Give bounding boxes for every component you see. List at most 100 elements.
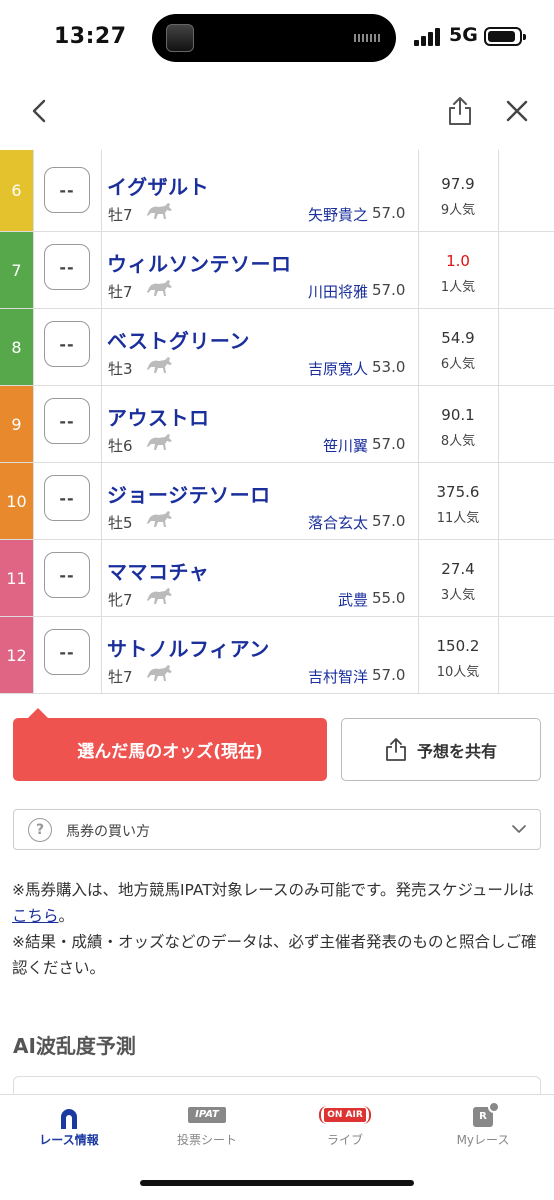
jockey-link[interactable]: 吉村智洋 [308,666,368,687]
odds-value: 97.9 [441,175,475,193]
network-type: 5G [449,24,478,46]
ai-section-title: AI波乱度予測 [13,1034,136,1058]
horse-icon [146,586,174,606]
popularity-rank: 9人気 [440,203,476,218]
my-race-icon: R [473,1101,500,1127]
carried-weight: 55.0 [372,589,406,607]
dynamic-island [152,14,396,62]
horse-number: 6 [0,150,33,231]
horse-table: 6 -- イグザルト 牡7 矢野貴之 57.0 97.9 9人気 7 -- ウィルソンテソーロ 牡7 川… [0,150,554,694]
popularity-rank: 10人気 [436,665,480,680]
carried-weight: 57.0 [372,435,406,453]
howto-label: 馬券の買い方 [66,824,150,840]
horse-icon [146,663,174,683]
carried-weight: 53.0 [372,358,406,376]
close-icon[interactable] [504,98,530,124]
status-bar: 13:27 5G [0,0,554,76]
help-icon: ? [28,818,52,842]
horse-row: 6 -- イグザルト牡7 矢野貴之 57.0 97.9 9人気 [0,150,554,232]
odds-value: 54.9 [441,329,475,347]
carried-weight: 57.0 [372,204,406,222]
schedule-link[interactable]: こちら [12,907,59,925]
horse-number: 7 [0,232,33,308]
horse-name-link[interactable]: サトノルフィアン [107,633,270,662]
horse-name-link[interactable]: ウィルソンテソーロ [107,248,292,277]
sex-age: 牝7 [108,591,133,609]
notice-line-1: ※馬券購入は、地方競馬IPAT対象レースのみ可能です。発売スケジュールはこちら。 [12,881,534,925]
sex-age: 牡5 [108,514,133,532]
horse-number: 8 [0,309,33,385]
notice-line-2: ※結果・成績・オッズなどのデータは、必ず主催者発表のものと照合しご確認ください。 [12,933,537,977]
horse-row: 11 -- ママコチャ牝7 武豊 55.0 27.4 3人気 [0,540,554,617]
horse-icon [146,278,174,298]
sex-age: 牡3 [108,360,133,378]
on-air-icon: ON AIR [319,1106,371,1124]
tab-my-race[interactable]: R Myレース [414,1095,552,1165]
select-toggle[interactable]: -- [44,244,90,290]
select-toggle[interactable]: -- [44,321,90,367]
horse-name-link[interactable]: ベストグリーン [107,325,250,354]
jockey-link[interactable]: 川田将雅 [308,281,368,302]
app-activity-icon [166,24,194,52]
horse-number: 11 [0,540,33,616]
howto-accordion[interactable]: ? 馬券の買い方 [13,809,541,850]
carried-weight: 57.0 [372,666,406,684]
horse-name-link[interactable]: ママコチャ [107,556,209,585]
sex-age: 牡7 [108,206,133,224]
tab-ballot-sheet[interactable]: IPAT 投票シート [138,1095,276,1165]
carried-weight: 57.0 [372,512,406,530]
sex-age: 牡7 [108,283,133,301]
horse-number: 12 [0,617,33,693]
horse-name-link[interactable]: ジョージテソーロ [107,479,271,508]
sex-age: 牡6 [108,437,133,455]
odds-value: 27.4 [441,560,475,578]
carried-weight: 57.0 [372,281,406,299]
odds-value: 90.1 [441,406,475,424]
jockey-link[interactable]: 落合玄太 [308,512,368,533]
odds-value: 375.6 [436,483,480,501]
horse-name-link[interactable]: イグザルト [107,171,209,200]
jockey-link[interactable]: 矢野貴之 [308,204,368,225]
popularity-rank: 3人気 [440,588,476,603]
horse-row: 9 -- アウストロ牡6 笹川翼 57.0 90.1 8人気 [0,386,554,463]
popularity-rank: 1人気 [440,280,476,295]
horse-row: 8 -- ベストグリーン牡3 吉原寛人 53.0 54.9 6人気 [0,309,554,386]
select-toggle[interactable]: -- [44,552,90,598]
popularity-rank: 8人気 [440,434,476,449]
share-icon[interactable] [446,96,474,126]
share-prediction-button[interactable]: 予想を共有 [341,718,541,781]
jockey-link[interactable]: 武豊 [338,589,368,610]
audio-wave-icon [354,34,380,42]
select-toggle[interactable]: -- [44,167,90,213]
tab-live[interactable]: ON AIR ライブ [276,1095,414,1165]
horse-number: 9 [0,386,33,462]
horse-icon [146,355,174,375]
tab-race-info[interactable]: レース情報 [0,1095,138,1165]
popularity-rank: 6人気 [440,357,476,372]
horse-icon [146,201,174,221]
horse-number: 10 [0,463,33,539]
horse-icon [146,509,174,529]
horse-name-link[interactable]: アウストロ [107,402,210,431]
home-indicator [140,1180,414,1186]
popularity-rank: 11人気 [436,511,480,526]
battery-icon [484,27,526,46]
select-toggle[interactable]: -- [44,398,90,444]
select-toggle[interactable]: -- [44,475,90,521]
check-badge-icon [488,1101,500,1113]
jockey-link[interactable]: 吉原寛人 [308,358,368,379]
signal-icon [414,28,442,46]
jockey-link[interactable]: 笹川翼 [323,435,368,456]
share-button-label: 予想を共有 [416,741,497,761]
horse-row: 7 -- ウィルソンテソーロ牡7 川田将雅 57.0 1.0 1人気 [0,232,554,309]
select-toggle[interactable]: -- [44,629,90,675]
horse-row: 10 -- ジョージテソーロ牡5 落合玄太 57.0 375.6 11人気 [0,463,554,540]
odds-value: 1.0 [446,252,470,270]
odds-value: 150.2 [436,637,480,655]
horse-icon [146,432,174,452]
selected-odds-button[interactable]: 選んだ馬のオッズ(現在) [13,718,327,781]
back-icon[interactable] [28,98,52,124]
notice-text: ※馬券購入は、地方競馬IPAT対象レースのみ可能です。発売スケジュールはこちら。… [12,877,542,981]
share-icon [386,737,406,761]
ipat-icon: IPAT [188,1107,226,1123]
